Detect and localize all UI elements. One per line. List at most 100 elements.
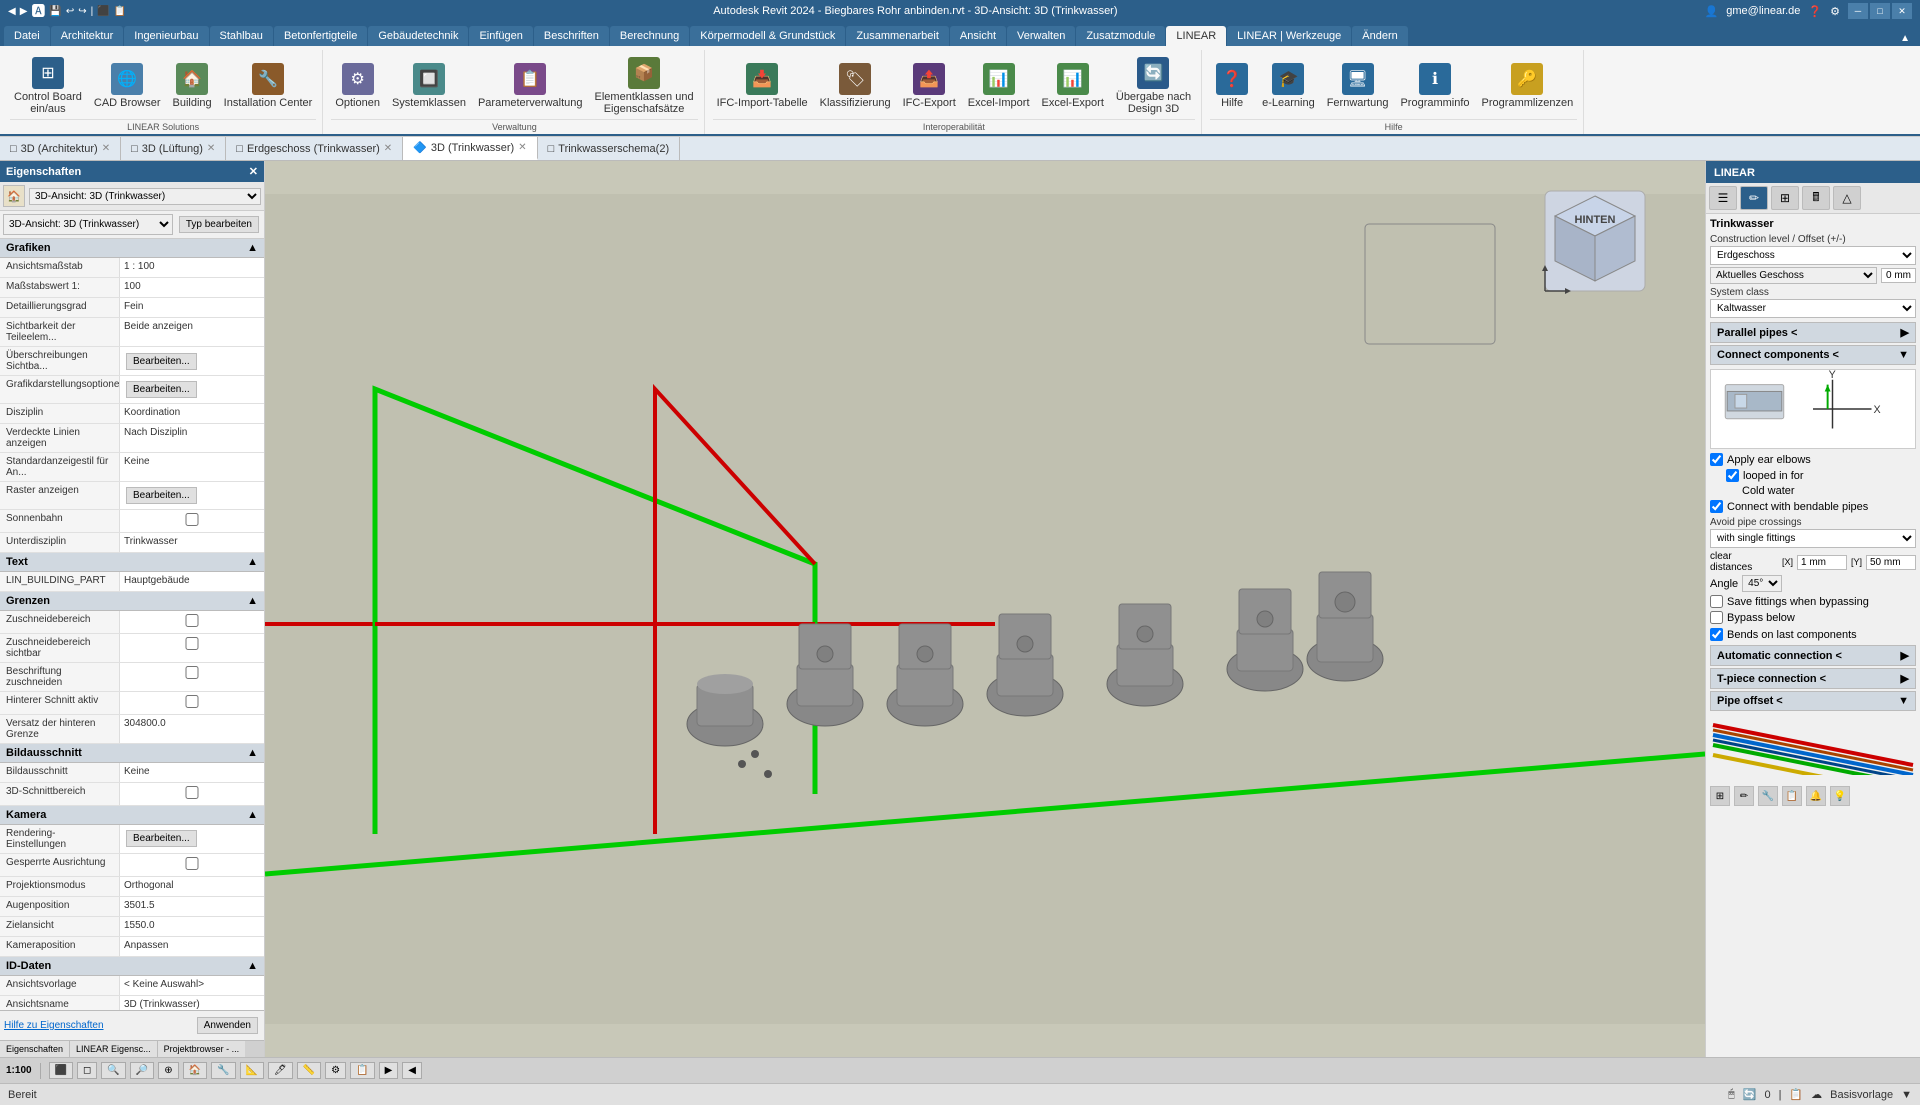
ifc-import-btn[interactable]: 📥 IFC-Import-Tabelle: [713, 61, 812, 111]
bottom-icon-3[interactable]: 🔧: [1758, 786, 1778, 806]
bildausschnitt-section[interactable]: Bildausschnitt ▲: [0, 744, 264, 763]
bildausschnitt-collapse[interactable]: ▲: [247, 747, 258, 759]
grafiken-section[interactable]: Grafiken ▲: [0, 239, 264, 258]
tab-andern[interactable]: Ändern: [1352, 26, 1407, 46]
viewport[interactable]: HINTEN: [265, 161, 1705, 1057]
avoid-crossings-select[interactable]: with single fittings: [1710, 529, 1916, 548]
tab-ansicht[interactable]: Ansicht: [950, 26, 1006, 46]
apply-ear-elbows-cb[interactable]: [1710, 453, 1723, 466]
zuschn-value[interactable]: [120, 611, 264, 633]
connect-bendable-cb[interactable]: [1710, 500, 1723, 513]
grenzen-section[interactable]: Grenzen ▲: [0, 592, 264, 611]
minimize-btn[interactable]: ─: [1848, 3, 1868, 19]
schnittbereich-value[interactable]: [120, 783, 264, 805]
navicube[interactable]: HINTEN: [1535, 181, 1655, 301]
save-btn[interactable]: 💾: [49, 6, 61, 17]
bottom-icon-5[interactable]: 🔔: [1806, 786, 1826, 806]
interop-buttons[interactable]: 📥 IFC-Import-Tabelle 🏷 Klassifizierung 📤…: [713, 52, 1196, 119]
linear-tab-list[interactable]: ☰: [1709, 186, 1737, 210]
tab-einfugen[interactable]: Einfügen: [469, 26, 532, 46]
angle-select[interactable]: 45° 30° 60° 90°: [1742, 575, 1782, 592]
aktuelles-select[interactable]: Aktuelles Geschoss: [1710, 267, 1877, 284]
control-board-btn[interactable]: ⊞ Control Boardein/aus: [10, 55, 86, 117]
ribbon-collapse-btn[interactable]: ▲: [1894, 31, 1916, 46]
bottom-icon-6[interactable]: 💡: [1830, 786, 1850, 806]
view-ctrl-14[interactable]: ◀: [402, 1062, 422, 1079]
view-ctrl-8[interactable]: 📐: [240, 1062, 264, 1079]
title-bar-left-icons[interactable]: ◀ ▶ 🅰 💾 ↩ ↪ | ⬛ 📋: [8, 1, 126, 21]
view-select[interactable]: 3D-Ansicht: 3D (Trinkwasser): [29, 188, 261, 205]
bends-cb[interactable]: [1710, 628, 1723, 641]
view-ctrl-2[interactable]: ◻: [77, 1062, 97, 1079]
hint-schnitt-value[interactable]: [120, 692, 264, 714]
tab-zusatzmodule[interactable]: Zusatzmodule: [1076, 26, 1165, 46]
t-piece-connection-header[interactable]: T-piece connection < ▶: [1710, 668, 1916, 689]
grafiken-collapse[interactable]: ▲: [247, 242, 258, 254]
connect-components-header[interactable]: Connect components < ▼: [1710, 345, 1916, 365]
id-daten-collapse[interactable]: ▲: [247, 960, 258, 972]
auto-expand[interactable]: ▶: [1901, 649, 1909, 662]
elemklassen-btn[interactable]: 📦 Elementklassen undEigenschafsätze: [591, 55, 698, 117]
view-tab-close-arch[interactable]: ✕: [102, 143, 110, 154]
excel-import-btn[interactable]: 📊 Excel-Import: [964, 61, 1034, 111]
view-ctrl-11[interactable]: ⚙: [325, 1062, 346, 1079]
help-icon[interactable]: ❓: [1808, 5, 1822, 18]
view-tab-close-trink[interactable]: ✕: [518, 142, 526, 153]
settings-icon[interactable]: ⚙: [1830, 5, 1840, 18]
view-ctrl-5[interactable]: ⊕: [158, 1062, 178, 1079]
klassif-btn[interactable]: 🏷 Klassifizierung: [816, 61, 895, 111]
zuschn-cb[interactable]: [124, 614, 260, 627]
gesperrt-value[interactable]: [120, 854, 264, 876]
ubergabe-btn[interactable]: 🔄 Übergabe nachDesign 3D: [1112, 55, 1195, 117]
gesperrt-cb[interactable]: [124, 857, 260, 870]
close-btn[interactable]: ✕: [1892, 3, 1912, 19]
tab-betonfertigteile[interactable]: Betonfertigteile: [274, 26, 367, 46]
linear-tab-edit[interactable]: ✏: [1740, 186, 1768, 210]
redo-btn[interactable]: ↪: [78, 6, 86, 17]
tab-ingenieurbau[interactable]: Ingenieurbau: [124, 26, 208, 46]
window-controls[interactable]: ─ □ ✕: [1848, 3, 1912, 19]
installation-center-btn[interactable]: 🔧 Installation Center: [220, 61, 317, 111]
view-ctrl-12[interactable]: 📋: [350, 1062, 374, 1079]
building-btn[interactable]: 🏠 Building: [169, 61, 216, 111]
bottom-tab-projektbrowser[interactable]: Projektbrowser - ...: [158, 1041, 246, 1057]
t-piece-expand[interactable]: ▶: [1901, 672, 1909, 685]
bottom-icon-2[interactable]: ✏: [1734, 786, 1754, 806]
view-tab-luft-3d[interactable]: □ 3D (Lüftung) ✕: [121, 137, 226, 160]
id-daten-section[interactable]: ID-Daten ▲: [0, 957, 264, 976]
properties-close-btn[interactable]: ✕: [249, 165, 258, 178]
linear-tab-grid[interactable]: ⊞: [1771, 186, 1799, 210]
cad-browser-btn[interactable]: 🌐 CAD Browser: [90, 61, 165, 111]
view-ctrl-6[interactable]: 🏠: [183, 1062, 207, 1079]
construction-level-select[interactable]: Erdgeschoss: [1710, 246, 1916, 265]
typ-bearbeiten-btn[interactable]: Typ bearbeiten: [179, 216, 259, 233]
view-tab-trink-3d[interactable]: 🔷 3D (Trinkwasser) ✕: [403, 137, 537, 160]
clear-y-input[interactable]: [1866, 555, 1916, 570]
sonnenbahn-value[interactable]: [120, 510, 264, 532]
view-tab-close-luft[interactable]: ✕: [207, 143, 215, 154]
bottom-icon-row[interactable]: ⊞ ✏ 🔧 📋 🔔 💡: [1710, 786, 1916, 806]
restore-btn[interactable]: □: [1870, 3, 1890, 19]
hilfe-btn[interactable]: ❓ Hilfe: [1210, 61, 1254, 111]
elearning-btn[interactable]: 🎓 e-Learning: [1258, 61, 1319, 111]
misc-icon1[interactable]: ⬛: [97, 6, 109, 17]
view-tab-close-erd[interactable]: ✕: [384, 143, 392, 154]
beschr-zuschn-value[interactable]: [120, 663, 264, 691]
save-fittings-cb[interactable]: [1710, 595, 1723, 608]
view-ctrl-13[interactable]: ▶: [379, 1062, 399, 1079]
verwaltung-buttons[interactable]: ⚙ Optionen 🔲 Systemklassen 📋 Parameterve…: [331, 52, 697, 119]
programmlizenzen-btn[interactable]: 🔑 Programmlizenzen: [1478, 61, 1578, 111]
connect-components-expand[interactable]: ▼: [1898, 349, 1909, 361]
misc-icon2[interactable]: 📋: [114, 6, 126, 17]
linear-tab-calc[interactable]: 🖩: [1802, 186, 1830, 210]
kamera-section[interactable]: Kamera ▲: [0, 806, 264, 825]
text-collapse[interactable]: ▲: [247, 556, 258, 568]
view-ctrl-3[interactable]: 🔍: [101, 1062, 125, 1079]
beschr-zuschn-cb[interactable]: [124, 666, 260, 679]
linear-solutions-buttons[interactable]: ⊞ Control Boardein/aus 🌐 CAD Browser 🏠 B…: [10, 52, 316, 119]
tab-zusammenarbeit[interactable]: Zusammenarbeit: [846, 26, 949, 46]
system-class-select[interactable]: Kaltwasser: [1710, 299, 1916, 318]
parameterverwaltung-btn[interactable]: 📋 Parameterverwaltung: [474, 61, 587, 111]
hilfe-buttons[interactable]: ❓ Hilfe 🎓 e-Learning 🖥 Fernwartung ℹ Pro…: [1210, 52, 1577, 119]
linear-tab-warn[interactable]: △: [1833, 186, 1861, 210]
